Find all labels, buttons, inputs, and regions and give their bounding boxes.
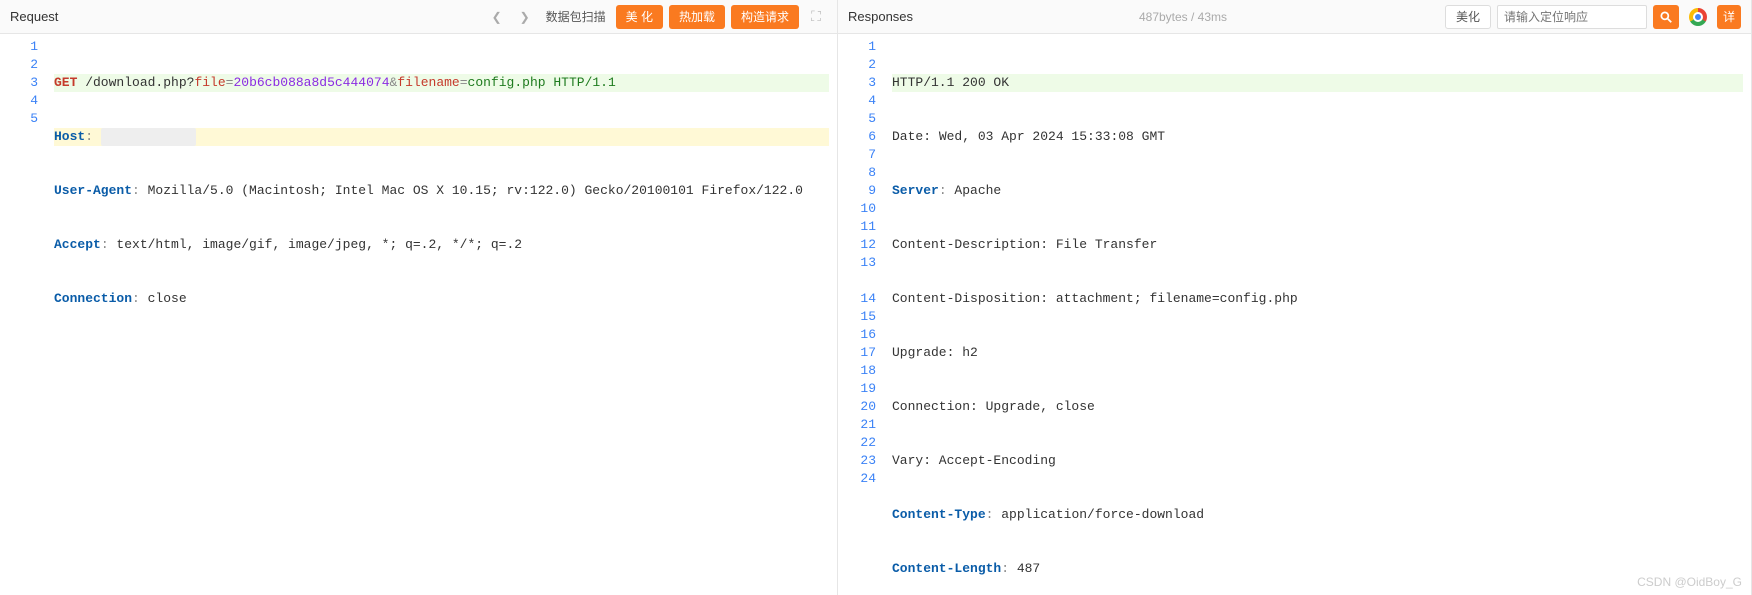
cdisp-line: Content-Disposition: attachment; filenam… <box>892 290 1743 308</box>
expand-icon[interactable]: ⛶ <box>805 6 827 28</box>
beautify-response-button[interactable]: 美化 <box>1445 5 1491 29</box>
watermark: CSDN @OidBoy_G <box>1637 575 1742 589</box>
request-title: Request <box>10 9 58 24</box>
request-toolbar: Request ❮ ❯ 数据包扫描 美 化 热加载 构造请求 ⛶ <box>0 0 837 34</box>
nav-next[interactable]: ❯ <box>514 6 536 28</box>
status-line: HTTP/1.1 200 OK <box>892 74 1743 92</box>
response-title: Responses <box>848 9 913 24</box>
ctype-line: Content-Type: application/force-download <box>892 506 1743 524</box>
host-line: Host: <box>54 128 829 146</box>
request-line: GET /download.php?file=20b6cb088a8d5c444… <box>54 74 829 92</box>
response-code[interactable]: 123456789101112131415161718192021222324 … <box>838 34 1751 595</box>
response-lines: HTTP/1.1 200 OK Date: Wed, 03 Apr 2024 1… <box>884 34 1751 595</box>
construct-request-button[interactable]: 构造请求 <box>731 5 799 29</box>
detail-button[interactable]: 详 <box>1717 5 1741 29</box>
upgrade-line: Upgrade: h2 <box>892 344 1743 362</box>
request-panel: Request ❮ ❯ 数据包扫描 美 化 热加载 构造请求 ⛶ 12345 G… <box>0 0 838 595</box>
response-toolbar: Responses 487bytes / 43ms 美化 详 <box>838 0 1751 34</box>
request-code[interactable]: 12345 GET /download.php?file=20b6cb088a8… <box>0 34 837 595</box>
date-line: Date: Wed, 03 Apr 2024 15:33:08 GMT <box>892 128 1743 146</box>
response-panel: Responses 487bytes / 43ms 美化 详 123456789… <box>838 0 1752 595</box>
response-stats: 487bytes / 43ms <box>1139 10 1227 24</box>
request-gutter: 12345 <box>0 34 46 595</box>
hotload-button[interactable]: 热加载 <box>669 5 725 29</box>
conn-line: Connection: Upgrade, close <box>892 398 1743 416</box>
cd-line: Content-Description: File Transfer <box>892 236 1743 254</box>
accept-line: Accept: text/html, image/gif, image/jpeg… <box>54 236 829 254</box>
search-input[interactable] <box>1497 5 1647 29</box>
request-lines: GET /download.php?file=20b6cb088a8d5c444… <box>46 34 837 595</box>
response-gutter: 123456789101112131415161718192021222324 <box>838 34 884 595</box>
chrome-icon[interactable] <box>1685 5 1711 29</box>
breadcrumb: 数据包扫描 <box>542 8 610 25</box>
connection-line: Connection: close <box>54 290 829 308</box>
search-icon <box>1659 10 1673 24</box>
ua-line: User-Agent: Mozilla/5.0 (Macintosh; Inte… <box>54 182 829 200</box>
search-button[interactable] <box>1653 5 1679 29</box>
clen-line: Content-Length: 487 <box>892 560 1743 578</box>
nav-prev[interactable]: ❮ <box>486 6 508 28</box>
server-line: Server: Apache <box>892 182 1743 200</box>
vary-line: Vary: Accept-Encoding <box>892 452 1743 470</box>
beautify-button[interactable]: 美 化 <box>616 5 663 29</box>
